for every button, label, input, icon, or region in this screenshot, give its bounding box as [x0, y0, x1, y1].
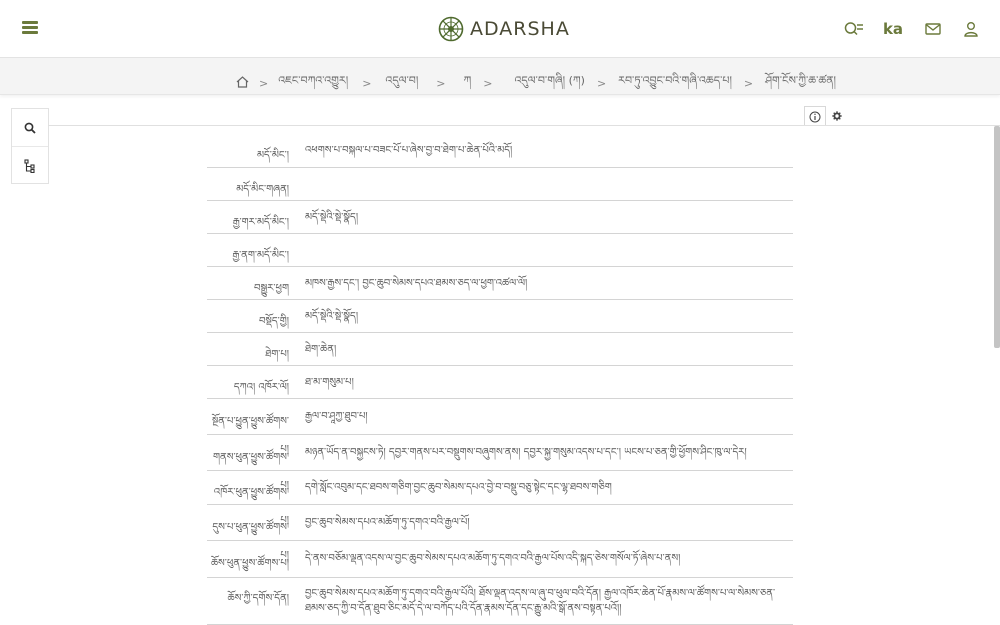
row-value: བྱང་ཆུབ་སེམས་དཔའ་མཆོག་ཏུ་དགའ་བའི་རྒྱལ་པོ…	[305, 588, 776, 614]
table-row: རྒྱ་ནག་མདོ་མིང་།	[207, 234, 793, 267]
table-row: ཆོས་ཕུན་ཕྱུས་ཚོགས་པ། དེ་ནས་བཅོམ་ལྡན་འདས་…	[207, 541, 793, 578]
row-label: ཆོས་ཕུན་ཕྱུས་ཚོགས་པ།	[210, 558, 289, 569]
row-value: དགེ་སློང་འབུམ་དང་ཐབས་གཅིག་བྱང་ཆུབ་སེམས་ད…	[305, 482, 612, 493]
brand-logo[interactable]: ADARSHA	[438, 15, 570, 43]
row-value: མདོ་སྡེའི་སྡེ་སྣོད།	[305, 212, 359, 223]
table-row: མདོ་མིང་གཞན།	[207, 168, 793, 201]
row-label: རྒྱ་ནག་མདོ་མིང་།	[232, 250, 289, 261]
language-toggle-button[interactable]: ka	[882, 18, 904, 40]
chevron-right-icon: >	[596, 77, 607, 90]
row-label: མདོ་མིང་གཞན།	[236, 184, 289, 195]
row-label: དཀའ། འཁོར་ལོ།	[233, 382, 289, 393]
chevron-right-icon: >	[362, 77, 372, 90]
breadcrumb: > འཇང་བཀའ་འགྱུར། > འདུལ་བ། > ཀ > འདུལ་བ་…	[236, 68, 836, 99]
row-label: དུས་པ་ཕུན་ཕྱུས་ཚོགས་པ།	[212, 522, 289, 561]
chevron-right-icon: >	[259, 77, 269, 90]
row-value: མཁས་རྒྱས་དང་། བྱང་ཆུབ་སེམས་དཔའ་ཐམས་ཅད་ལ་…	[305, 278, 528, 289]
breadcrumb-item[interactable]: འདུལ་བ་གཞི། (ཀ)	[514, 68, 584, 99]
row-label: བསྡོད་གྱི།	[258, 316, 289, 327]
user-icon[interactable]	[960, 18, 982, 40]
row-label: ཆོས་ཀྱི་དགོས་དོན།	[227, 593, 289, 604]
search-list-icon[interactable]	[843, 18, 865, 40]
mail-icon[interactable]	[922, 18, 944, 40]
row-value: དེ་ནས་བཅོམ་ལྡན་འདས་ལ་བྱང་ཆུབ་སེམས་དཔའ་མཆ…	[305, 553, 681, 564]
table-row: ཆོས་ཀྱི་དགོས་དོན། བྱང་ཆུབ་སེམས་དཔའ་མཆོག་…	[207, 578, 793, 625]
chevron-right-icon: >	[743, 77, 754, 90]
info-icon	[809, 111, 821, 122]
table-row: བསྒྱུར་ཕྱག མཁས་རྒྱས་དང་། བྱང་ཆུབ་སེམས་དཔ…	[207, 267, 793, 300]
row-label: རྒྱ་གར་མདོ་མིང་།	[232, 217, 289, 228]
search-icon[interactable]	[12, 109, 48, 146]
chevron-right-icon: >	[483, 77, 493, 90]
table-row: དཀའ། འཁོར་ལོ། ཐ་མ་གསུམ་པ།	[207, 366, 793, 399]
row-value: འཕགས་པ་བསྐལ་པ་བཟང་པོ་པ་ཞེས་བྱ་བ་ཐེག་པ་ཆེ…	[305, 145, 513, 156]
gear-icon[interactable]	[830, 109, 844, 123]
row-value	[297, 234, 793, 266]
breadcrumb-item[interactable]: ཀ	[464, 68, 472, 99]
row-value: ཐེག་ཆེན།	[305, 344, 337, 355]
row-value	[297, 168, 793, 200]
home-icon[interactable]	[236, 76, 249, 91]
table-row: དུས་པ་ཕུན་ཕྱུས་ཚོགས་པ། བྱང་ཆུབ་སེམས་དཔའ་…	[207, 505, 793, 561]
table-row: རྒྱ་གར་མདོ་མིང་། མདོ་སྡེའི་སྡེ་སྣོད།	[207, 201, 793, 234]
breadcrumb-item-current[interactable]: ཤོག་ངོས་ཀྱི་ཆ་ཚན།	[765, 68, 836, 99]
table-row: བསྡོད་གྱི། མདོ་སྡེའི་སྡེ་སྣོད།	[207, 300, 793, 333]
top-header: ADARSHA ka	[0, 0, 1000, 58]
row-value: ཐ་མ་གསུམ་པ།	[305, 377, 354, 388]
row-value: བྱང་ཆུབ་སེམས་དཔའ་མཆོག་ཏུ་དགའ་བའི་རྒྱལ་པོ…	[305, 517, 470, 528]
menu-icon[interactable]	[22, 21, 38, 35]
breadcrumb-item[interactable]: འཇང་བཀའ་འགྱུར།	[278, 68, 348, 99]
info-tab[interactable]	[804, 106, 826, 126]
row-label: མདོ་མིང་།	[256, 150, 289, 161]
dharma-wheel-icon	[438, 16, 464, 42]
table-row: འཁོར་ཕུན་ཕྱུས་ཚོགས་པ། དགེ་སློང་འབུམ་དང་ཐ…	[207, 471, 793, 526]
row-value: མདོ་སྡེའི་སྡེ་སྣོད།	[305, 311, 359, 322]
row-label: སྔོན་པ་ཕྱུན་ཕྱུས་ཚོགས་པ།	[212, 416, 289, 455]
row-label: ཐེག་པ།	[265, 349, 289, 360]
breadcrumb-item[interactable]: འདུལ་བ།	[385, 68, 418, 99]
tree-structure-icon[interactable]	[12, 146, 48, 184]
row-value: མཉན་ཡོད་ན་བསྐྱངས་ཏེ། དབྱར་གནས་པར་བསྡུགས་…	[305, 447, 747, 458]
row-value: རྒྱལ་བ་ཤཱཀྱ་ཐུབ་པ།	[305, 411, 368, 422]
row-label: གནས་ཕུན་ཕྱུས་ཚོགས་པ།	[212, 452, 289, 491]
chevron-right-icon: >	[436, 77, 446, 90]
table-row: ཐེག་པ། ཐེག་ཆེན།	[207, 333, 793, 366]
brand-name: ADARSHA	[470, 18, 570, 40]
breadcrumb-item[interactable]: རབ་ཏུ་འབྱུང་བའི་གཞི་འཆད་པ།	[618, 68, 732, 99]
breadcrumb-bar: > འཇང་བཀའ་འགྱུར། > འདུལ་བ། > ཀ > འདུལ་བ་…	[0, 58, 1000, 95]
scrollbar[interactable]	[994, 126, 1000, 348]
row-label: བསྒྱུར་ཕྱག	[254, 283, 289, 294]
panel-divider	[48, 125, 1000, 126]
side-toolbar	[11, 108, 49, 184]
metadata-table: མདོ་མིང་། འཕགས་པ་བསྐལ་པ་བཟང་པོ་པ་ཞེས་བྱ་…	[207, 135, 793, 625]
table-row: མདོ་མིང་། འཕགས་པ་བསྐལ་པ་བཟང་པོ་པ་ཞེས་བྱ་…	[207, 135, 793, 168]
row-label: འཁོར་ཕུན་ཕྱུས་ཚོགས་པ།	[213, 487, 289, 526]
table-row: སྔོན་པ་ཕྱུན་ཕྱུས་ཚོགས་པ། རྒྱལ་བ་ཤཱཀྱ་ཐུབ…	[207, 399, 793, 455]
table-row: གནས་ཕུན་ཕྱུས་ཚོགས་པ། མཉན་ཡོད་ན་བསྐྱངས་ཏེ…	[207, 435, 793, 491]
